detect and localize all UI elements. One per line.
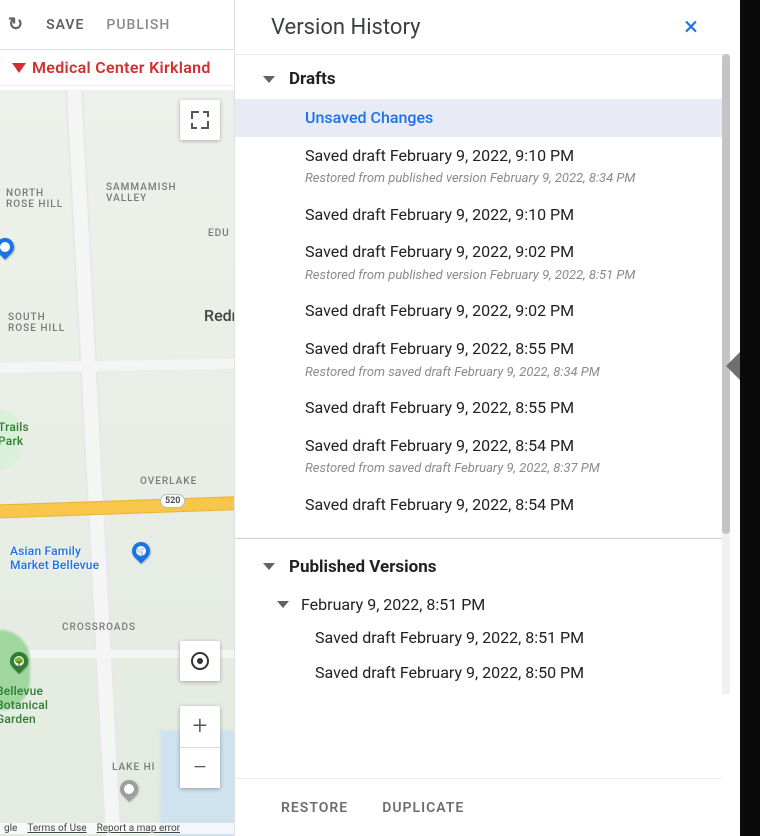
published-group-label: February 9, 2022, 8:51 PM <box>301 595 485 614</box>
map-canvas[interactable]: NORTH ROSE HILL SAMMAMISH VALLEY EDU SOU… <box>0 90 234 836</box>
chevron-down-icon <box>263 563 275 570</box>
version-label: Saved draft February 9, 2022, 8:51 PM <box>315 628 584 647</box>
publish-button[interactable]: PUBLISH <box>106 17 170 33</box>
location-name-row: Medical Center Kirkland <box>0 50 234 86</box>
redo-icon[interactable]: ↻ <box>8 14 24 35</box>
version-item[interactable]: Unsaved Changes <box>235 99 722 137</box>
version-note: Restored from saved draft February 9, 20… <box>305 460 710 478</box>
map-label: Trails Park <box>0 420 29 448</box>
map-label: Bellevue Botanical Garden <box>0 684 48 726</box>
version-item[interactable]: Saved draft February 9, 2022, 9:02 PM <box>235 292 722 330</box>
duplicate-button[interactable]: DUPLICATE <box>382 800 464 816</box>
window-frame-rail <box>740 0 760 836</box>
map-label-poi: Asian Family Market Bellevue <box>10 544 99 572</box>
version-history-panel: Version History × Drafts Unsaved Changes… <box>234 0 722 836</box>
location-name: Medical Center Kirkland <box>32 58 211 77</box>
section-divider <box>235 538 722 539</box>
version-item[interactable]: Saved draft February 9, 2022, 8:51 PM <box>235 620 722 655</box>
version-item[interactable]: Saved draft February 9, 2022, 8:50 PM <box>235 655 722 690</box>
location-marker-icon <box>12 63 26 73</box>
restore-button[interactable]: RESTORE <box>281 800 348 816</box>
map-label: CROSSROADS <box>62 622 136 633</box>
panel-header: Version History × <box>235 0 722 55</box>
fullscreen-button[interactable] <box>180 100 220 140</box>
chevron-down-icon <box>263 76 275 83</box>
save-button[interactable]: SAVE <box>46 17 84 33</box>
published-section-header[interactable]: Published Versions <box>235 543 722 587</box>
version-note: Restored from published version February… <box>305 267 710 285</box>
close-icon[interactable]: × <box>680 12 702 42</box>
locate-icon <box>191 652 209 670</box>
published-version-group[interactable]: February 9, 2022, 8:51 PM <box>235 587 722 620</box>
version-label: Saved draft February 9, 2022, 8:55 PM <box>305 397 710 419</box>
chevron-down-icon <box>277 601 289 608</box>
panel-body: Drafts Unsaved Changes Saved draft Febru… <box>235 55 722 836</box>
route-shield: 520 <box>160 494 185 508</box>
version-item[interactable]: Saved draft February 9, 2022, 8:54 PM Re… <box>235 427 722 486</box>
version-label: Saved draft February 9, 2022, 9:10 PM <box>305 145 710 167</box>
map-label: SOUTH ROSE HILL <box>8 312 65 334</box>
locate-me-button[interactable] <box>180 641 220 681</box>
version-label: Saved draft February 9, 2022, 9:02 PM <box>305 241 710 263</box>
zoom-control: + − <box>180 706 220 788</box>
map-label: EDU <box>208 228 230 239</box>
drafts-section-label: Drafts <box>289 69 336 89</box>
version-item[interactable]: Saved draft February 9, 2022, 9:02 PM Re… <box>235 233 722 292</box>
version-item[interactable]: Saved draft February 9, 2022, 9:10 PM Re… <box>235 137 722 196</box>
map-label: NORTH ROSE HILL <box>6 188 63 210</box>
version-label: Saved draft February 9, 2022, 8:55 PM <box>305 338 710 360</box>
published-section-label: Published Versions <box>289 557 437 577</box>
terms-of-use-link[interactable]: Terms of Use <box>27 823 86 834</box>
version-label: Saved draft February 9, 2022, 8:54 PM <box>305 494 710 516</box>
version-label: Saved draft February 9, 2022, 8:50 PM <box>315 663 584 682</box>
map-label: LAKE HI <box>112 762 156 773</box>
version-label: Unsaved Changes <box>305 107 710 129</box>
version-note: Restored from saved draft February 9, 20… <box>305 364 710 382</box>
version-label: Saved draft February 9, 2022, 9:02 PM <box>305 300 710 322</box>
zoom-out-button[interactable]: − <box>180 747 220 789</box>
version-item[interactable]: Saved draft February 9, 2022, 9:10 PM <box>235 196 722 234</box>
drafts-section-header[interactable]: Drafts <box>235 55 722 99</box>
version-label: Saved draft February 9, 2022, 9:10 PM <box>305 204 710 226</box>
version-note: Restored from published version February… <box>305 170 710 188</box>
map-label: OVERLAKE <box>140 476 197 487</box>
map-label: SAMMAMISH VALLEY <box>106 182 177 204</box>
zoom-in-button[interactable]: + <box>180 706 220 747</box>
version-label: Saved draft February 9, 2022, 8:54 PM <box>305 435 710 457</box>
report-map-error-link[interactable]: Report a map error <box>97 823 180 834</box>
map-label: Redn <box>204 306 234 325</box>
panel-scrollbar-thumb[interactable] <box>722 54 730 534</box>
panel-footer: RESTORE DUPLICATE <box>235 778 722 836</box>
panel-title: Version History <box>271 15 421 40</box>
version-item[interactable]: Saved draft February 9, 2022, 8:55 PM <box>235 389 722 427</box>
map-attribution: gle Terms of Use Report a map error <box>0 823 234 834</box>
version-item[interactable]: Saved draft February 9, 2022, 8:54 PM <box>235 486 722 524</box>
map-attribution-text: gle <box>4 823 17 834</box>
version-item[interactable]: Saved draft February 9, 2022, 8:55 PM Re… <box>235 330 722 389</box>
